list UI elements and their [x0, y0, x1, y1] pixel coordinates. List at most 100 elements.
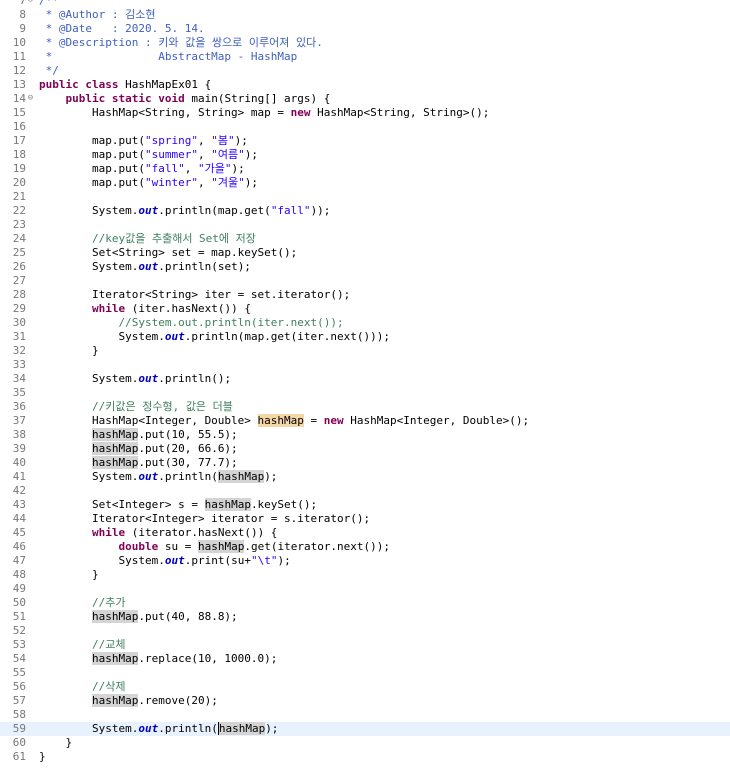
code-text[interactable]: } [39, 750, 46, 764]
code-line[interactable]: 37 HashMap<Integer, Double> hashMap = ne… [0, 414, 730, 428]
code-line[interactable]: 35 [0, 386, 730, 400]
code-line[interactable]: 29 while (iter.hasNext()) { [0, 302, 730, 316]
code-text[interactable]: //교체 [39, 638, 126, 652]
code-text[interactable]: * @Author : 김소현 [39, 8, 156, 22]
code-line[interactable]: 20 map.put("winter", "겨울"); [0, 176, 730, 190]
code-text[interactable]: while (iter.hasNext()) { [39, 302, 251, 316]
code-text[interactable]: hashMap.put(30, 77.7); [39, 456, 238, 470]
code-text[interactable]: HashMap<Integer, Double> hashMap = new H… [39, 414, 529, 428]
code-line[interactable]: 22 System.out.println(map.get("fall")); [0, 204, 730, 218]
code-text[interactable]: //키값은 정수형, 값은 더블 [39, 400, 233, 414]
code-text[interactable]: * @Date : 2020. 5. 14. [39, 22, 205, 36]
code-text[interactable]: hashMap.put(20, 66.6); [39, 442, 238, 456]
code-line[interactable]: 60 } [0, 736, 730, 750]
code-text[interactable]: map.put("spring", "봄"); [39, 134, 248, 148]
code-line[interactable]: 28 Iterator<String> iter = set.iterator(… [0, 288, 730, 302]
code-text[interactable]: /** [39, 0, 59, 8]
code-text[interactable]: Set<String> set = map.keySet(); [39, 246, 297, 260]
code-line[interactable]: 52 [0, 624, 730, 638]
collapse-icon[interactable]: ⊖ [26, 0, 35, 5]
code-line[interactable]: 39 hashMap.put(20, 66.6); [0, 442, 730, 456]
code-text[interactable]: System.out.println(map.get(iter.next()))… [39, 330, 390, 344]
code-line[interactable]: 36 //키값은 정수형, 값은 더블 [0, 400, 730, 414]
code-line[interactable]: 38 hashMap.put(10, 55.5); [0, 428, 730, 442]
code-text[interactable]: System.out.println(set); [39, 260, 251, 274]
code-line[interactable]: 21 [0, 190, 730, 204]
code-line[interactable]: 15 HashMap<String, String> map = new Has… [0, 106, 730, 120]
code-text[interactable]: Iterator<Integer> iterator = s.iterator(… [39, 512, 370, 526]
code-text[interactable]: hashMap.replace(10, 1000.0); [39, 652, 277, 666]
code-line[interactable]: 30 //System.out.println(iter.next()); [0, 316, 730, 330]
code-line[interactable]: 26 System.out.println(set); [0, 260, 730, 274]
code-text[interactable]: //삭제 [39, 680, 126, 694]
code-line[interactable]: 57 hashMap.remove(20); [0, 694, 730, 708]
code-line[interactable]: 47 System.out.print(su+"\t"); [0, 554, 730, 568]
code-line[interactable]: 16 [0, 120, 730, 134]
code-line[interactable]: 27 [0, 274, 730, 288]
code-line[interactable]: 32 } [0, 344, 730, 358]
code-text[interactable]: //key값을 추출해서 Set에 저장 [39, 232, 256, 246]
code-text[interactable]: Iterator<String> iter = set.iterator(); [39, 288, 350, 302]
code-text[interactable]: hashMap.put(10, 55.5); [39, 428, 238, 442]
code-text[interactable]: Set<Integer> s = hashMap.keySet(); [39, 498, 317, 512]
code-line[interactable]: 58 [0, 708, 730, 722]
code-text[interactable]: map.put("winter", "겨울"); [39, 176, 258, 190]
code-editor[interactable]: 7 ⊖/** 8 * @Author : 김소현 9 * @Date : 2020. … [0, 0, 730, 768]
code-line[interactable]: 55 [0, 666, 730, 680]
code-line[interactable]: 45 while (iterator.hasNext()) { [0, 526, 730, 540]
code-line[interactable]: 50 //추가 [0, 596, 730, 610]
code-line[interactable]: 42 [0, 484, 730, 498]
code-line[interactable]: 44 Iterator<Integer> iterator = s.iterat… [0, 512, 730, 526]
code-line[interactable]: 24 //key값을 추출해서 Set에 저장 [0, 232, 730, 246]
code-line[interactable]: 23 [0, 218, 730, 232]
code-line[interactable]: 46 double su = hashMap.get(iterator.next… [0, 540, 730, 554]
code-line[interactable]: 41 System.out.println(hashMap); [0, 470, 730, 484]
code-line[interactable]: 9 * @Date : 2020. 5. 14. [0, 22, 730, 36]
code-line[interactable]: 43 Set<Integer> s = hashMap.keySet(); [0, 498, 730, 512]
code-text[interactable]: public static void main(String[] args) { [39, 92, 331, 106]
code-text[interactable]: } [39, 568, 99, 582]
code-text[interactable]: //System.out.println(iter.next()); [39, 316, 343, 330]
code-line[interactable]: 51 hashMap.put(40, 88.8); [0, 610, 730, 624]
code-line[interactable]: 10 * @Description : 키와 값을 쌍으로 이루어져 있다. [0, 36, 730, 50]
code-line[interactable]: 40 hashMap.put(30, 77.7); [0, 456, 730, 470]
code-line[interactable]: 48 } [0, 568, 730, 582]
code-line[interactable]: 53 //교체 [0, 638, 730, 652]
code-text[interactable]: System.out.println(map.get("fall")); [39, 204, 330, 218]
code-line[interactable]: 31 System.out.println(map.get(iter.next(… [0, 330, 730, 344]
code-text[interactable]: System.out.println(); [39, 372, 231, 386]
code-text[interactable]: //추가 [39, 596, 126, 610]
code-line[interactable]: 34 System.out.println(); [0, 372, 730, 386]
code-line[interactable]: 54 hashMap.replace(10, 1000.0); [0, 652, 730, 666]
code-text[interactable]: hashMap.put(40, 88.8); [39, 610, 238, 624]
code-line[interactable]: 25 Set<String> set = map.keySet(); [0, 246, 730, 260]
code-line[interactable]: 18 map.put("summer", "여름"); [0, 148, 730, 162]
code-line[interactable]: 14 ⊖ public static void main(String[] arg… [0, 92, 730, 106]
code-text[interactable]: map.put("fall", "가을"); [39, 162, 245, 176]
code-text[interactable]: System.out.print(su+"\t"); [39, 554, 290, 568]
collapse-icon[interactable]: ⊖ [26, 94, 35, 103]
code-line[interactable]: 17 map.put("spring", "봄"); [0, 134, 730, 148]
code-text[interactable]: System.out.println(hashMap); [39, 470, 277, 484]
code-line[interactable]: 59 System.out.println(hashMap); [0, 722, 730, 736]
code-text[interactable]: */ [39, 64, 59, 78]
code-line[interactable]: 12 */ [0, 64, 730, 78]
code-text[interactable]: * AbstractMap - HashMap [39, 50, 298, 64]
code-text[interactable]: * @Description : 키와 값을 쌍으로 이루어져 있다. [39, 36, 323, 50]
code-text[interactable]: HashMap<String, String> map = new HashMa… [39, 106, 489, 120]
code-line[interactable]: 13 public class HashMapEx01 { [0, 78, 730, 92]
code-line[interactable]: 7 ⊖ /** [0, 0, 730, 8]
code-text[interactable]: while (iterator.hasNext()) { [39, 526, 277, 540]
code-line[interactable]: 8 * @Author : 김소현 [0, 8, 730, 22]
code-line[interactable]: 56 //삭제 [0, 680, 730, 694]
code-text[interactable]: public class HashMapEx01 { [39, 78, 211, 92]
code-line[interactable]: 33 [0, 358, 730, 372]
code-text[interactable]: } [39, 736, 72, 750]
code-text[interactable]: } [39, 344, 99, 358]
code-text[interactable]: hashMap.remove(20); [39, 694, 218, 708]
code-text[interactable]: System.out.println(hashMap); [39, 722, 278, 736]
code-text[interactable]: double su = hashMap.get(iterator.next())… [39, 540, 390, 554]
code-line[interactable]: 49 [0, 582, 730, 596]
code-text[interactable]: map.put("summer", "여름"); [39, 148, 258, 162]
code-line[interactable]: 61} [0, 750, 730, 764]
